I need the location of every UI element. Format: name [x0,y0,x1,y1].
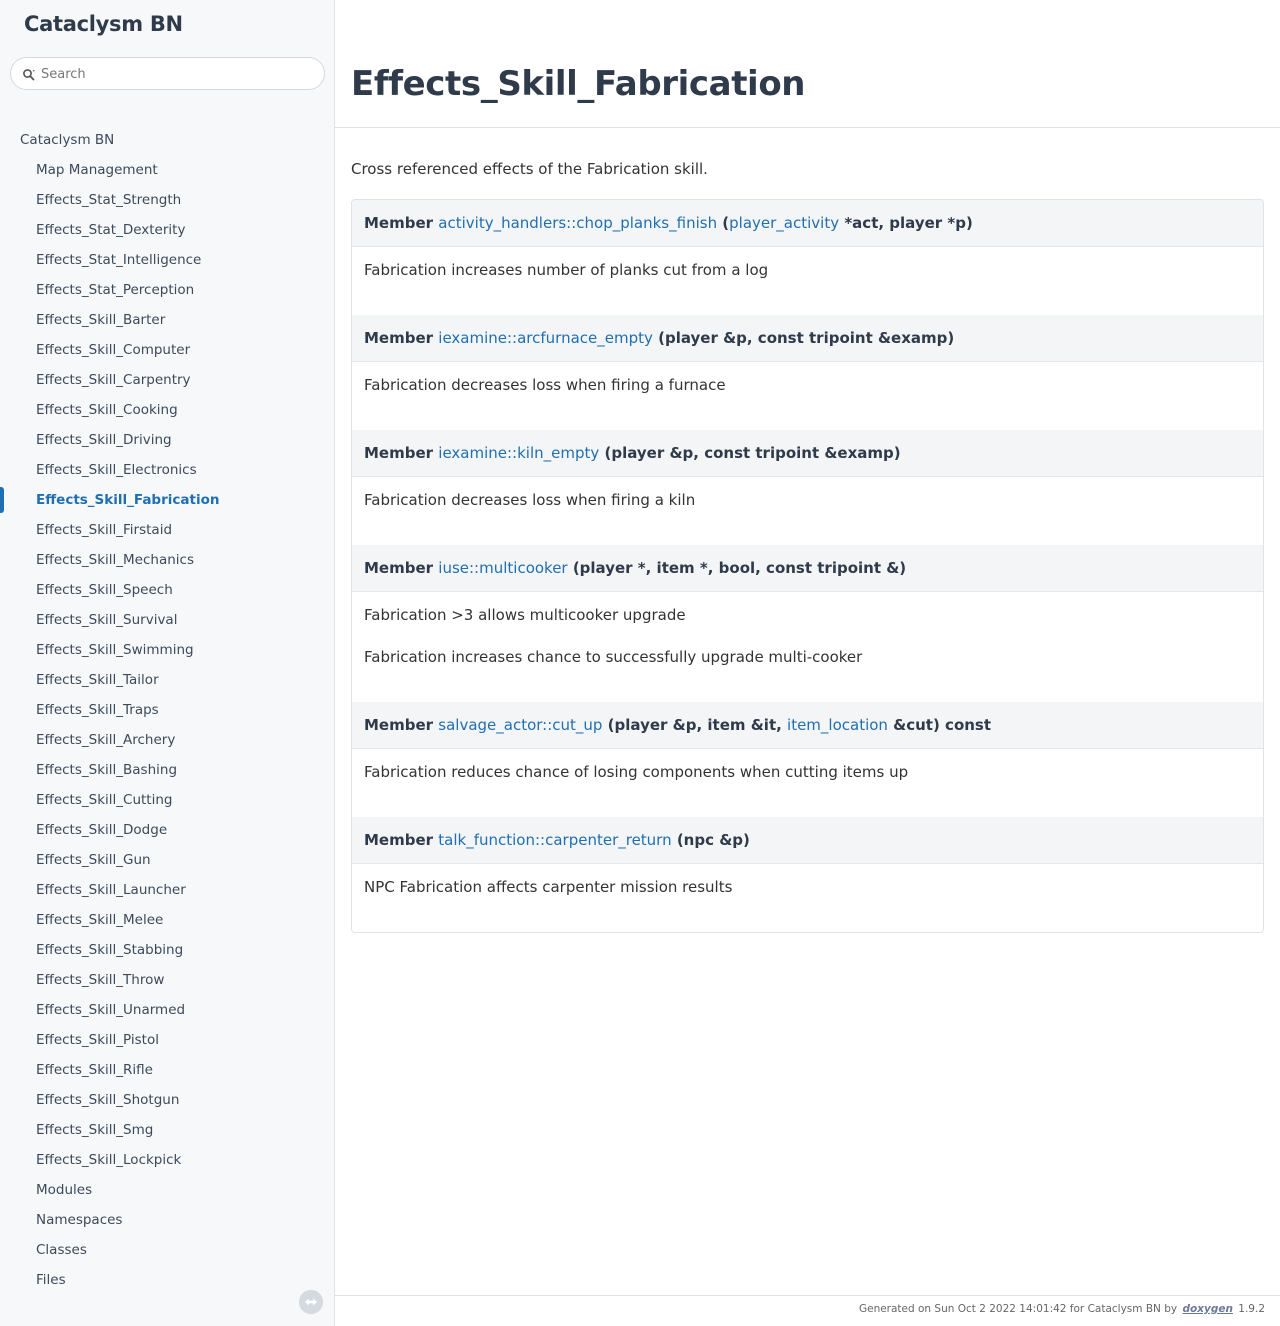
sidebar-item-effects-skill-speech[interactable]: Effects_Skill_Speech [0,575,334,605]
sidebar-item-effects-skill-computer[interactable]: Effects_Skill_Computer [0,335,334,365]
sidebar-item-effects-skill-electronics[interactable]: Effects_Skill_Electronics [0,455,334,485]
search-icon[interactable] [22,67,36,81]
sidebar-item-effects-skill-mechanics[interactable]: Effects_Skill_Mechanics [0,545,334,575]
entry-prefix: Member [364,716,434,734]
entry-link[interactable]: iuse::multicooker [438,559,567,577]
entry-description: NPC Fabrication affects carpenter missio… [364,878,733,896]
entry-prefix: Member [364,329,434,347]
entry-prefix: Member [364,831,434,849]
footer-divider [335,1295,1280,1296]
entry-description: Fabrication decreases loss when firing a… [364,491,696,509]
entry-description: Fabrication >3 allows multicooker upgrad… [364,606,686,624]
sidebar-item-effects-skill-launcher[interactable]: Effects_Skill_Launcher [0,875,334,905]
entry-link[interactable]: salvage_actor::cut_up [438,716,602,734]
sidebar-item-effects-stat-perception[interactable]: Effects_Stat_Perception [0,275,334,305]
entry-link[interactable]: iexamine::arcfurnace_empty [438,329,653,347]
sidebar-item-map-management[interactable]: Map Management [0,155,334,185]
title-divider [335,127,1280,128]
entry-description: Fabrication increases number of planks c… [364,261,769,279]
entry-link[interactable]: player_activity [729,214,839,232]
sidebar-item-effects-skill-carpentry[interactable]: Effects_Skill_Carpentry [0,365,334,395]
sidebar-item-effects-skill-driving[interactable]: Effects_Skill_Driving [0,425,334,455]
sidebar-item-effects-skill-tailor[interactable]: Effects_Skill_Tailor [0,665,334,695]
sidebar-item-effects-skill-swimming[interactable]: Effects_Skill_Swimming [0,635,334,665]
entry-header: Member talk_function::carpenter_return (… [352,817,1263,864]
sidebar-item-effects-skill-fabrication[interactable]: Effects_Skill_Fabrication [0,485,334,515]
sidebar-item-effects-skill-cutting[interactable]: Effects_Skill_Cutting [0,785,334,815]
sidebar-item-effects-stat-dexterity[interactable]: Effects_Stat_Dexterity [0,215,334,245]
entry-body: Fabrication decreases loss when firing a… [352,362,1263,430]
entry-signature: &cut) const [887,716,992,734]
entry-prefix: Member [364,559,434,577]
sidebar-item-namespaces[interactable]: Namespaces [0,1205,334,1235]
sidebar-item-classes[interactable]: Classes [0,1235,334,1265]
entry-prefix: Member [364,444,434,462]
entry-link[interactable]: item_location [787,716,888,734]
sidebar-item-effects-skill-dodge[interactable]: Effects_Skill_Dodge [0,815,334,845]
entry-signature: (player &p, const tripoint &examp) [599,444,901,462]
sidebar-item-effects-skill-gun[interactable]: Effects_Skill_Gun [0,845,334,875]
entry-link[interactable]: iexamine::kiln_empty [438,444,599,462]
sidebar-item-files[interactable]: Files [0,1265,334,1295]
entry-signature: (player &p, const tripoint &examp) [652,329,955,347]
entry-body: Fabrication decreases loss when firing a… [352,477,1263,545]
sidebar-item-effects-stat-intelligence[interactable]: Effects_Stat_Intelligence [0,245,334,275]
sidebar-item-effects-skill-archery[interactable]: Effects_Skill_Archery [0,725,334,755]
entry-signature: (npc &p) [671,831,750,849]
entry-signature: ( [717,214,730,232]
sidebar-item-effects-skill-shotgun[interactable]: Effects_Skill_Shotgun [0,1085,334,1115]
project-title[interactable]: Cataclysm BN [24,12,183,36]
sidebar-item-effects-skill-lockpick[interactable]: Effects_Skill_Lockpick [0,1145,334,1175]
sidebar-item-effects-skill-melee[interactable]: Effects_Skill_Melee [0,905,334,935]
entry-signature: (player *, item *, bool, const tripoint … [567,559,907,577]
entry-link[interactable]: talk_function::carpenter_return [438,831,671,849]
sidebar-item-effects-skill-barter[interactable]: Effects_Skill_Barter [0,305,334,335]
nav-root-item[interactable]: Cataclysm BN [0,125,334,155]
sidebar-item-effects-skill-traps[interactable]: Effects_Skill_Traps [0,695,334,725]
entry-header: Member salvage_actor::cut_up (player &p,… [352,702,1263,749]
entry-signature: *act, player *p) [839,214,973,232]
intro-text: Cross referenced effects of the Fabricat… [351,160,708,178]
entry-header: Member iexamine::kiln_empty (player &p, … [352,430,1263,477]
sync-icon[interactable] [299,1290,323,1314]
doxygen-logo[interactable]: doxygen [1182,1303,1232,1315]
search-input[interactable] [41,62,311,86]
sidebar-item-effects-skill-bashing[interactable]: Effects_Skill_Bashing [0,755,334,785]
sidebar-item-effects-skill-pistol[interactable]: Effects_Skill_Pistol [0,1025,334,1055]
sidebar-item-effects-skill-throw[interactable]: Effects_Skill_Throw [0,965,334,995]
sidebar: Cataclysm BN Cataclysm BN Map Management… [0,0,335,1326]
sidebar-item-effects-skill-rifle[interactable]: Effects_Skill_Rifle [0,1055,334,1085]
sidebar-item-effects-skill-firstaid[interactable]: Effects_Skill_Firstaid [0,515,334,545]
xref-list: Member activity_handlers::chop_planks_fi… [351,199,1264,933]
entry-header: Member iexamine::arcfurnace_empty (playe… [352,315,1263,362]
entry-description: Fabrication reduces chance of losing com… [364,763,909,781]
nav-items: Map Management Effects_Stat_Strength Effec… [0,155,334,1295]
sidebar-item-effects-skill-survival[interactable]: Effects_Skill_Survival [0,605,334,635]
footer: Generated on Sun Oct 2 2022 14:01:42 for… [859,1303,1265,1315]
sidebar-item-modules[interactable]: Modules [0,1175,334,1205]
entry-description: Fabrication decreases loss when firing a… [364,376,726,394]
entry-header: Member activity_handlers::chop_planks_fi… [352,200,1263,247]
entry-link[interactable]: activity_handlers::chop_planks_finish [438,214,717,232]
entry-description: Fabrication increases chance to successf… [364,648,863,666]
page-title: Effects_Skill_Fabrication [351,64,806,104]
sidebar-item-effects-skill-unarmed[interactable]: Effects_Skill_Unarmed [0,995,334,1025]
sidebar-item-effects-skill-stabbing[interactable]: Effects_Skill_Stabbing [0,935,334,965]
entry-header: Member iuse::multicooker (player *, item… [352,545,1263,592]
footer-version: 1.9.2 [1238,1303,1265,1315]
entry-prefix: Member [364,214,434,232]
entry-signature: (player &p, item &it, [602,716,788,734]
footer-generated-text: Generated on Sun Oct 2 2022 14:01:42 for… [858,1303,1178,1315]
entry-body: Fabrication >3 allows multicooker upgrad… [352,592,1263,702]
sidebar-item-effects-skill-cooking[interactable]: Effects_Skill_Cooking [0,395,334,425]
nav-tree: Cataclysm BN Map Management Effects_Stat_… [0,125,334,1295]
entry-body: Fabrication increases number of planks c… [352,247,1263,315]
sidebar-item-effects-stat-strength[interactable]: Effects_Stat_Strength [0,185,334,215]
sidebar-item-effects-skill-smg[interactable]: Effects_Skill_Smg [0,1115,334,1145]
entry-body: Fabrication reduces chance of losing com… [352,749,1263,817]
main-content: Effects_Skill_Fabrication Cross referenc… [335,0,1280,1326]
search-box[interactable] [10,57,325,90]
entry-body: NPC Fabrication affects carpenter missio… [352,864,1263,932]
